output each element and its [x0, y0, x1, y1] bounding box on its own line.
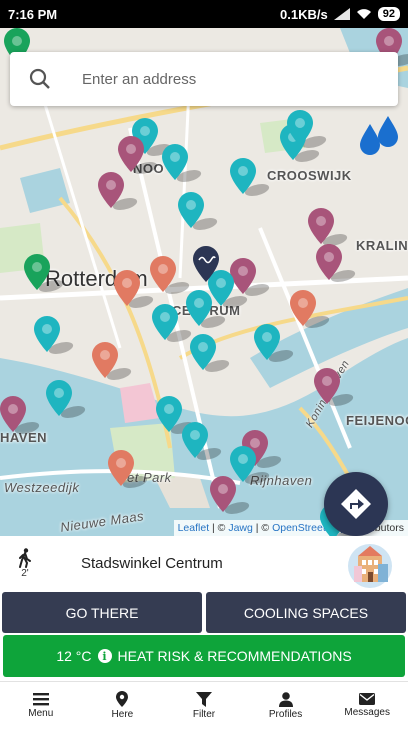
status-time: 7:16 PM	[8, 6, 58, 22]
filter-icon	[195, 691, 212, 707]
map-marker[interactable]	[118, 136, 144, 172]
map-marker[interactable]	[314, 368, 340, 404]
building-thumbnail	[348, 544, 392, 588]
map-marker[interactable]	[186, 290, 212, 326]
temperature-value: 12 °C	[56, 648, 92, 664]
leaflet-link[interactable]: Leaflet	[178, 522, 210, 534]
info-icon: i	[97, 649, 112, 663]
nav-messages[interactable]: Messages	[326, 682, 408, 729]
address-search-bar[interactable]	[10, 52, 398, 106]
map-marker[interactable]	[0, 396, 26, 432]
map-marker[interactable]	[254, 324, 280, 360]
map-label-kralingen: KRALIN	[356, 238, 408, 253]
battery-indicator: 92	[377, 7, 400, 21]
menu-icon	[32, 693, 49, 706]
map-marker[interactable]	[152, 304, 178, 340]
envelope-icon	[359, 693, 376, 705]
map-marker[interactable]	[290, 290, 316, 326]
walking-person-icon	[19, 547, 31, 568]
map-marker[interactable]	[46, 380, 72, 416]
map-marker[interactable]	[230, 158, 256, 194]
heat-risk-label: HEAT RISK & RECOMMENDATIONS	[117, 648, 352, 664]
action-buttons: GO THERE COOLING SPACES	[2, 592, 406, 633]
map-marker[interactable]	[24, 254, 50, 290]
signal-icon	[333, 8, 350, 20]
nav-here-label: Here	[111, 709, 134, 720]
nav-here[interactable]: Here	[82, 682, 164, 729]
status-indicators: 0.1KB/s 92	[280, 7, 400, 22]
go-there-button[interactable]: GO THERE	[2, 592, 202, 633]
selected-location-marker[interactable]	[193, 246, 219, 282]
directions-button[interactable]	[324, 472, 388, 536]
attribution-separator: | ©	[209, 522, 229, 534]
map-marker[interactable]	[316, 244, 342, 280]
search-icon[interactable]	[10, 68, 70, 90]
nav-menu[interactable]: Menu	[0, 682, 82, 729]
network-speed: 0.1KB/s	[280, 6, 328, 22]
nav-filter[interactable]: Filter	[163, 682, 245, 729]
wifi-icon	[356, 9, 371, 19]
map-marker[interactable]	[114, 270, 140, 306]
attribution-separator: | ©	[252, 522, 273, 534]
map-marker[interactable]	[308, 208, 334, 244]
map-label-crooswijk: CROOSWIJK	[267, 168, 352, 183]
person-icon	[278, 691, 293, 707]
nav-profiles[interactable]: Profiles	[245, 682, 327, 729]
map-marker[interactable]	[108, 450, 134, 486]
map-marker[interactable]	[156, 396, 182, 432]
map-marker[interactable]	[287, 110, 313, 146]
map-marker[interactable]	[210, 476, 236, 512]
nav-messages-label: Messages	[344, 707, 390, 718]
selected-place-row[interactable]: 2' Stadswinkel Centrum	[0, 536, 408, 590]
heat-risk-button[interactable]: 12 °C i HEAT RISK & RECOMMENDATIONS	[3, 635, 405, 677]
directions-icon	[341, 489, 371, 519]
walk-time: 2'	[0, 547, 50, 579]
map-marker[interactable]	[182, 422, 208, 458]
map-label-westzeedijk: Westzeedijk	[4, 480, 80, 495]
map-marker[interactable]	[190, 334, 216, 370]
cooling-spaces-button[interactable]: COOLING SPACES	[206, 592, 406, 633]
nav-filter-label: Filter	[192, 708, 216, 720]
map-label-feijenoord: FEIJENOO	[346, 413, 408, 428]
nav-profiles-label: Profiles	[268, 708, 303, 720]
walk-minutes: 2'	[21, 567, 29, 579]
status-bar: 7:16 PM 0.1KB/s 92	[0, 0, 408, 28]
nav-menu-label: Menu	[28, 708, 54, 719]
map-marker[interactable]	[34, 316, 60, 352]
water-drop-icon[interactable]	[356, 116, 402, 156]
map-marker[interactable]	[178, 192, 204, 228]
jawg-link[interactable]: Jawg	[228, 522, 253, 534]
location-pin-icon	[116, 691, 129, 707]
bottom-navigation: Menu Here Filter Profiles Messages	[0, 681, 408, 729]
map-marker[interactable]	[162, 144, 188, 180]
map-marker[interactable]	[98, 172, 124, 208]
map-marker[interactable]	[150, 256, 176, 292]
place-name: Stadswinkel Centrum	[81, 554, 223, 572]
map-marker[interactable]	[92, 342, 118, 378]
address-search-input[interactable]	[70, 70, 398, 88]
